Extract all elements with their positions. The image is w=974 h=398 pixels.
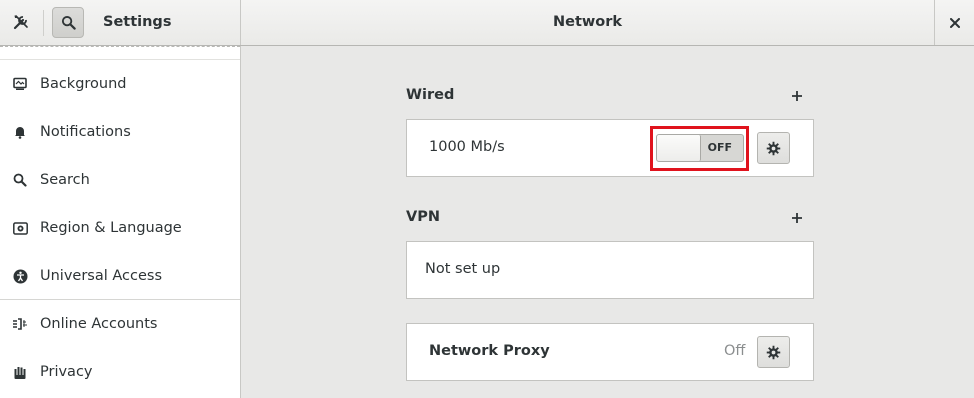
sidebar: Background Notifications Search Region &… <box>0 46 241 398</box>
proxy-settings-button[interactable] <box>757 336 790 368</box>
privacy-hand-icon <box>0 365 40 380</box>
settings-title: Settings <box>103 14 172 30</box>
header-left-section: Settings <box>0 0 241 45</box>
header-bar: Settings Network <box>0 0 974 46</box>
sidebar-item-label: Region & Language <box>40 220 182 236</box>
header-separator <box>43 10 44 36</box>
online-accounts-icon <box>0 317 40 331</box>
vpn-section-title: VPN <box>406 209 440 225</box>
sidebar-item-online-accounts[interactable]: Online Accounts <box>0 300 240 348</box>
background-icon <box>0 77 40 91</box>
universal-access-icon <box>0 269 40 284</box>
settings-window: Settings Network Background Notification… <box>0 0 974 398</box>
wired-speed-label: 1000 Mb/s <box>429 139 505 155</box>
add-wired-button[interactable] <box>787 86 807 106</box>
proxy-status-label: Off <box>724 343 746 359</box>
search-toggle-button[interactable] <box>52 7 84 38</box>
add-vpn-button[interactable] <box>787 208 807 228</box>
highlight-box <box>650 126 749 171</box>
plus-icon <box>792 91 802 101</box>
sidebar-item-label: Online Accounts <box>40 316 158 332</box>
sidebar-item-label: Background <box>40 76 127 92</box>
sidebar-item-background[interactable]: Background <box>0 60 240 108</box>
sidebar-item-privacy[interactable]: Privacy <box>0 348 240 396</box>
sidebar-item-label: Notifications <box>40 124 131 140</box>
gear-icon <box>766 345 781 359</box>
sidebar-item-notifications[interactable]: Notifications <box>0 108 240 156</box>
gear-icon <box>766 141 781 155</box>
close-button[interactable] <box>934 0 974 45</box>
tools-icon[interactable] <box>6 7 36 37</box>
sidebar-item-label: Universal Access <box>40 268 163 284</box>
wired-settings-button[interactable] <box>757 132 790 164</box>
sidebar-item-search[interactable]: Search <box>0 156 240 204</box>
network-proxy-row[interactable]: Network Proxy Off <box>406 323 814 381</box>
wired-connection-row: 1000 Mb/s OFF <box>406 119 814 177</box>
region-language-icon <box>0 221 40 235</box>
vpn-row: Not set up <box>406 241 814 299</box>
close-icon <box>949 17 960 28</box>
search-icon <box>0 173 40 187</box>
vpn-status-label: Not set up <box>425 261 501 277</box>
bell-icon <box>0 125 40 139</box>
wired-section-title: Wired <box>406 87 455 103</box>
sidebar-scroll-edge <box>0 46 240 47</box>
search-icon <box>61 15 76 30</box>
sidebar-item-label: Search <box>40 172 90 188</box>
sidebar-item-label: Privacy <box>40 364 93 380</box>
plus-icon <box>792 213 802 223</box>
sidebar-item-region-language[interactable]: Region & Language <box>0 204 240 252</box>
panel-title: Network <box>552 14 623 30</box>
network-proxy-label: Network Proxy <box>429 343 550 359</box>
network-panel: Wired 1000 Mb/s OFF VPN Not set up Netwo… <box>241 46 974 398</box>
sidebar-item-universal-access[interactable]: Universal Access <box>0 252 240 300</box>
